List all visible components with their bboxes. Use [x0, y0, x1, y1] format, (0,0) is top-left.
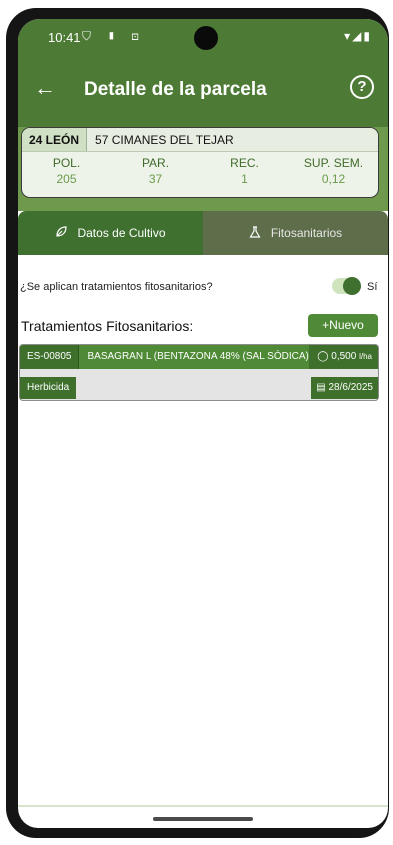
- field-label: REC.: [230, 156, 259, 170]
- tab-bar: Datos de Cultivo Fitosanitarios: [18, 211, 388, 255]
- app-screen: 10:41 ⛉ ▮ ⊡ ▾◢▮ ← Detalle de la parcela …: [18, 19, 388, 828]
- treatments-title: Tratamientos Fitosanitarios:: [21, 318, 194, 334]
- tab-fitosanitarios[interactable]: Fitosanitarios: [203, 211, 388, 255]
- field-value: 37: [148, 172, 163, 186]
- parcel-province: 24 LEÓN: [22, 128, 88, 151]
- treatment-code: ES-00805: [20, 345, 80, 369]
- tab-datos-cultivo[interactable]: Datos de Cultivo: [18, 211, 203, 255]
- treatment-card[interactable]: ES-00805 BASAGRAN L (BENTAZONA 48% (SAL …: [19, 344, 379, 401]
- parcel-municipality: 57 CIMANES DEL TEJAR: [95, 133, 234, 147]
- status-time: 10:41: [48, 30, 81, 45]
- flask-icon: [249, 225, 261, 241]
- signal-battery-icons: ▾◢▮: [344, 29, 372, 43]
- toggle-label: Sí: [367, 281, 378, 293]
- field-value: 1: [241, 172, 248, 186]
- treatment-dose: ◯ 0,500 l/ha: [309, 345, 378, 369]
- page-title: Detalle de la parcela: [84, 79, 267, 100]
- notification-icons: ⛉ ▮ ⊡: [82, 29, 145, 43]
- parcel-field-rec: REC. 1: [200, 156, 289, 186]
- field-label: POL.: [52, 156, 81, 170]
- parcel-field-sup-sem: SUP. SEM. 0,12: [289, 156, 378, 186]
- parcel-card: 24 LEÓN 57 CIMANES DEL TEJAR POL. 205 PA…: [21, 127, 379, 198]
- parcel-location: 24 LEÓN 57 CIMANES DEL TEJAR: [22, 128, 378, 152]
- bottom-divider: [18, 805, 388, 807]
- parcel-header: 24 LEÓN 57 CIMANES DEL TEJAR POL. 205 PA…: [18, 127, 388, 211]
- parcel-fields: POL. 205 PAR. 37 REC. 1 SUP. SEM. 0,12: [22, 152, 378, 186]
- camera-cutout: [194, 26, 218, 50]
- treatments-question: ¿Se aplican tratamientos fitosanitarios?: [20, 281, 213, 293]
- field-label: PAR.: [141, 156, 170, 170]
- new-treatment-button[interactable]: +Nuevo: [308, 314, 378, 337]
- tab-label: Fitosanitarios: [270, 226, 343, 240]
- dose-value: 0,500: [331, 351, 357, 362]
- app-bar: ← Detalle de la parcela ?: [18, 57, 388, 127]
- field-value: 205: [56, 172, 77, 186]
- treatments-toggle[interactable]: [332, 277, 361, 295]
- leaf-icon: [55, 225, 68, 241]
- calendar-icon: ▤: [316, 382, 326, 393]
- treatment-type-badge: Herbicida: [20, 377, 77, 399]
- gesture-handle[interactable]: [153, 817, 253, 821]
- treatment-date: ▤ 28/6/2025: [311, 377, 378, 399]
- field-value: 0,12: [321, 172, 346, 186]
- status-bar: 10:41 ⛉ ▮ ⊡ ▾◢▮: [18, 19, 388, 57]
- field-label: SUP. SEM.: [303, 156, 364, 170]
- toggle-knob: [343, 277, 361, 295]
- dose-unit: l/ha: [359, 352, 372, 361]
- drop-icon: ◯: [317, 351, 329, 362]
- parcel-field-par: PAR. 37: [111, 156, 200, 186]
- back-arrow-icon[interactable]: ←: [34, 77, 56, 99]
- tab-label: Datos de Cultivo: [77, 226, 166, 240]
- date-value: 28/6/2025: [328, 382, 374, 393]
- parcel-field-pol: POL. 205: [22, 156, 111, 186]
- treatment-product-name: BASAGRAN L (BENTAZONA 48% (SAL SÓDICA)): [87, 351, 310, 362]
- treatment-header: ES-00805 BASAGRAN L (BENTAZONA 48% (SAL …: [20, 345, 378, 369]
- help-icon[interactable]: ?: [350, 75, 374, 99]
- treatment-details: Herbicida ▤ 28/6/2025: [20, 369, 378, 400]
